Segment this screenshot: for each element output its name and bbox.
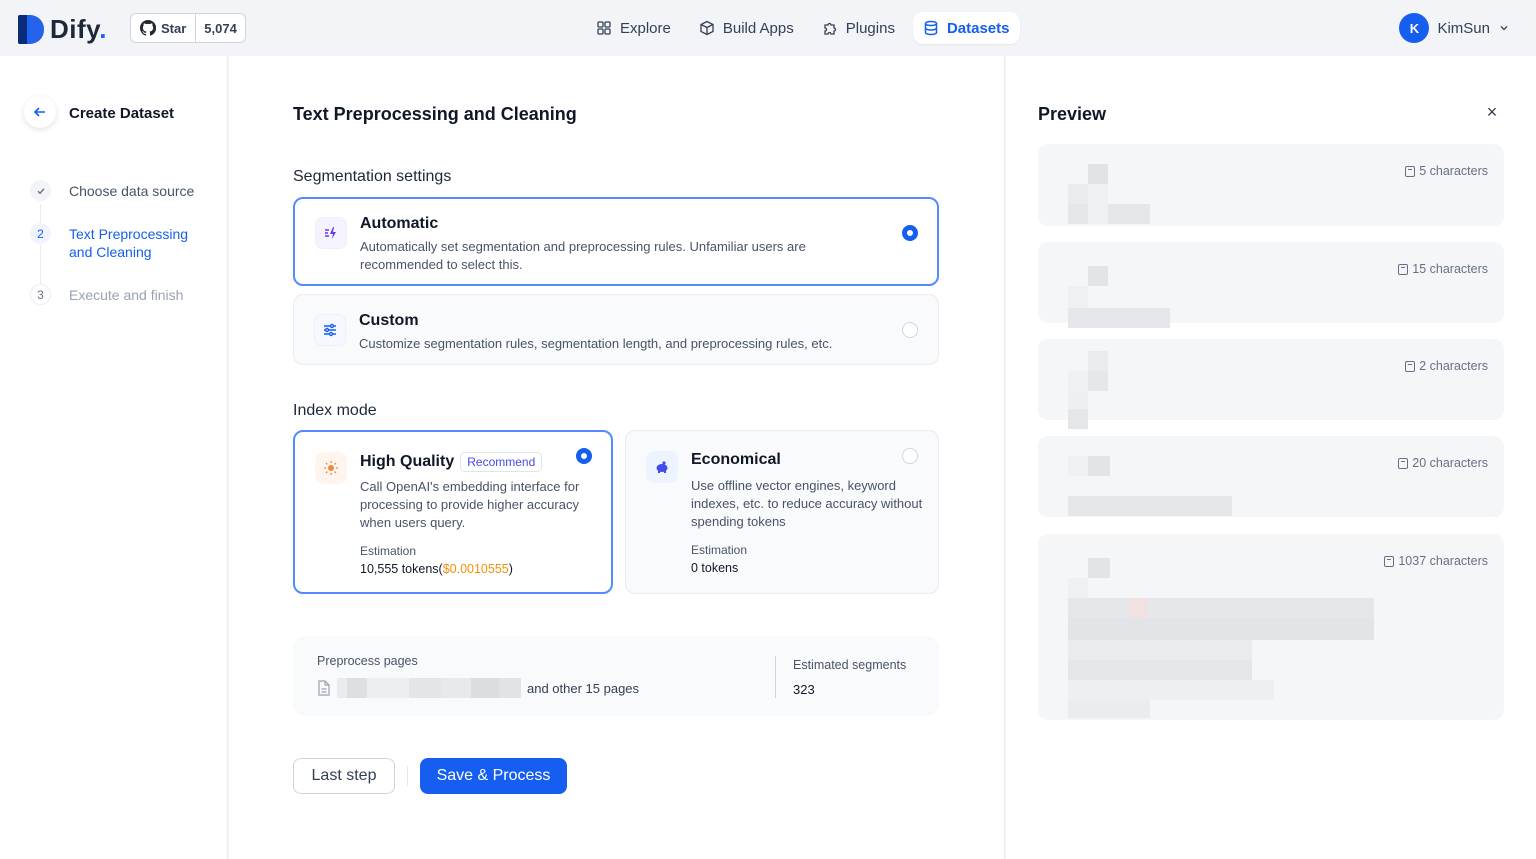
puzzle-icon	[824, 22, 836, 35]
preprocess-file-list: and other 15 pages	[317, 678, 639, 698]
nav-explore[interactable]: Explore	[586, 12, 681, 44]
lightning-icon	[315, 217, 347, 249]
estimation-value: 0 tokens	[691, 561, 739, 575]
dify-logo[interactable]: Dify.	[18, 14, 107, 44]
github-star-count: 5,074	[204, 20, 237, 36]
option-description: Use offline vector engines, keyword inde…	[691, 478, 923, 529]
recommend-badge: Recommend	[460, 452, 543, 472]
preview-title: Preview	[1038, 104, 1107, 124]
close-icon[interactable]: ×	[1484, 103, 1500, 121]
arrow-left-icon	[33, 107, 45, 117]
option-description: Automatically set segmentation and prepr…	[360, 239, 806, 272]
segment-char-count: 15 characters	[1398, 262, 1488, 276]
estimation-value: 10,555 tokens($0.0010555)	[360, 562, 513, 576]
github-star-button[interactable]: Star 5,074	[130, 13, 246, 43]
segment-char-count: 5 characters	[1405, 164, 1488, 178]
brand-dot: .	[99, 13, 107, 44]
high-quality-radio[interactable]	[576, 448, 592, 464]
document-icon	[1398, 457, 1409, 469]
custom-radio[interactable]	[902, 322, 918, 338]
step-sidebar: Create Dataset Choose data source 2 Text…	[0, 56, 228, 859]
preprocess-pages-label: Preprocess pages	[317, 654, 418, 668]
option-title: Economical	[691, 451, 781, 468]
option-title: Custom	[359, 312, 419, 329]
segment-char-count: 2 characters	[1405, 359, 1488, 373]
divider	[407, 766, 408, 786]
estimation-label: Estimation	[360, 544, 417, 558]
blurred-file-name	[337, 678, 521, 698]
last-step-button[interactable]: Last step	[293, 758, 395, 794]
segment-char-count: 20 characters	[1398, 456, 1488, 470]
preview-segment: 1037 characters	[1038, 534, 1504, 720]
segmentation-settings-title: Segmentation settings	[293, 168, 452, 185]
segment-char-count: 1037 characters	[1384, 554, 1488, 568]
option-title: High Quality	[360, 453, 455, 470]
document-icon	[1405, 165, 1416, 177]
estimated-segments-label: Estimated segments	[793, 658, 907, 672]
sidebar-title: Create Dataset	[69, 105, 175, 122]
nav-plugins[interactable]: Plugins	[812, 12, 905, 44]
index-economical-option[interactable]: Economical Use offline vector engines, k…	[625, 430, 939, 594]
preprocess-summary: Preprocess pages and other 15 pages Esti…	[293, 636, 939, 716]
github-star-label: Star	[161, 20, 187, 36]
github-icon	[140, 20, 156, 36]
dify-logo-mark-icon	[18, 14, 44, 44]
option-description: Call OpenAI's embedding interface for pr…	[360, 479, 580, 530]
step-label: Text Preprocessing and Cleaning	[69, 226, 189, 260]
main-panel: Text Preprocessing and Cleaning Segmenta…	[229, 56, 1005, 859]
preview-segment: 15 characters	[1038, 242, 1504, 328]
main-nav: Explore Build Apps Plugins Datasets	[586, 12, 1020, 44]
user-name: KimSun	[1437, 19, 1490, 37]
sun-icon	[315, 452, 347, 484]
step-text-preprocessing: 2 Text Preprocessing and Cleaning	[30, 223, 199, 261]
step-execute-finish: 3 Execute and finish	[30, 284, 183, 305]
nav-build-apps[interactable]: Build Apps	[689, 12, 804, 44]
preview-segment: 20 characters	[1038, 436, 1504, 517]
step-label: Execute and finish	[69, 287, 184, 303]
divider	[775, 656, 776, 698]
option-title: Automatic	[360, 215, 439, 232]
database-icon	[924, 20, 938, 36]
sliders-icon	[314, 314, 346, 346]
avatar: K	[1399, 13, 1430, 43]
file-icon	[318, 680, 330, 696]
preview-segment: 2 characters	[1038, 339, 1504, 429]
grid-icon	[597, 21, 611, 35]
top-nav: Dify. Star 5,074 Explore Build Apps Plug…	[0, 0, 1536, 56]
segmentation-automatic-option[interactable]: Automatic Automatically set segmentation…	[293, 197, 939, 286]
estimated-segments-value: 323	[793, 682, 815, 697]
brand-name: Dify	[50, 13, 100, 44]
other-pages-text: and other 15 pages	[527, 680, 640, 696]
cube-icon	[700, 20, 714, 36]
back-button[interactable]	[24, 96, 56, 128]
preview-panel: Preview × 5 characters 15 characters 2 c…	[1006, 56, 1536, 859]
chevron-down-icon	[1500, 26, 1508, 31]
step-choose-data-source[interactable]: Choose data source	[30, 180, 194, 201]
segmentation-custom-option[interactable]: Custom Customize segmentation rules, seg…	[293, 294, 939, 365]
document-icon	[1398, 263, 1409, 275]
check-icon	[30, 180, 51, 201]
estimation-label: Estimation	[691, 543, 748, 557]
economical-radio[interactable]	[902, 448, 918, 464]
step-number: 3	[30, 284, 51, 305]
save-and-process-button[interactable]: Save & Process	[420, 758, 567, 794]
nav-plugins-label: Plugins	[845, 19, 895, 37]
nav-datasets[interactable]: Datasets	[912, 12, 1020, 44]
step-number: 2	[30, 223, 51, 244]
nav-datasets-label: Datasets	[946, 19, 1010, 37]
nav-explore-label: Explore	[620, 19, 671, 37]
step-label: Choose data source	[69, 183, 195, 199]
page-title: Text Preprocessing and Cleaning	[293, 104, 577, 124]
preview-segment: 5 characters	[1038, 144, 1504, 226]
piggy-bank-icon	[646, 451, 678, 483]
document-icon	[1384, 555, 1395, 567]
option-description: Customize segmentation rules, segmentati…	[359, 336, 833, 351]
nav-build-apps-label: Build Apps	[722, 19, 794, 37]
document-icon	[1405, 360, 1416, 372]
user-menu[interactable]: K KimSun	[1399, 13, 1510, 43]
index-high-quality-option[interactable]: High Quality Recommend Call OpenAI's emb…	[293, 430, 613, 594]
index-mode-title: Index mode	[293, 402, 377, 419]
estimation-price: $0.0010555	[442, 562, 509, 576]
automatic-radio[interactable]	[902, 225, 918, 241]
